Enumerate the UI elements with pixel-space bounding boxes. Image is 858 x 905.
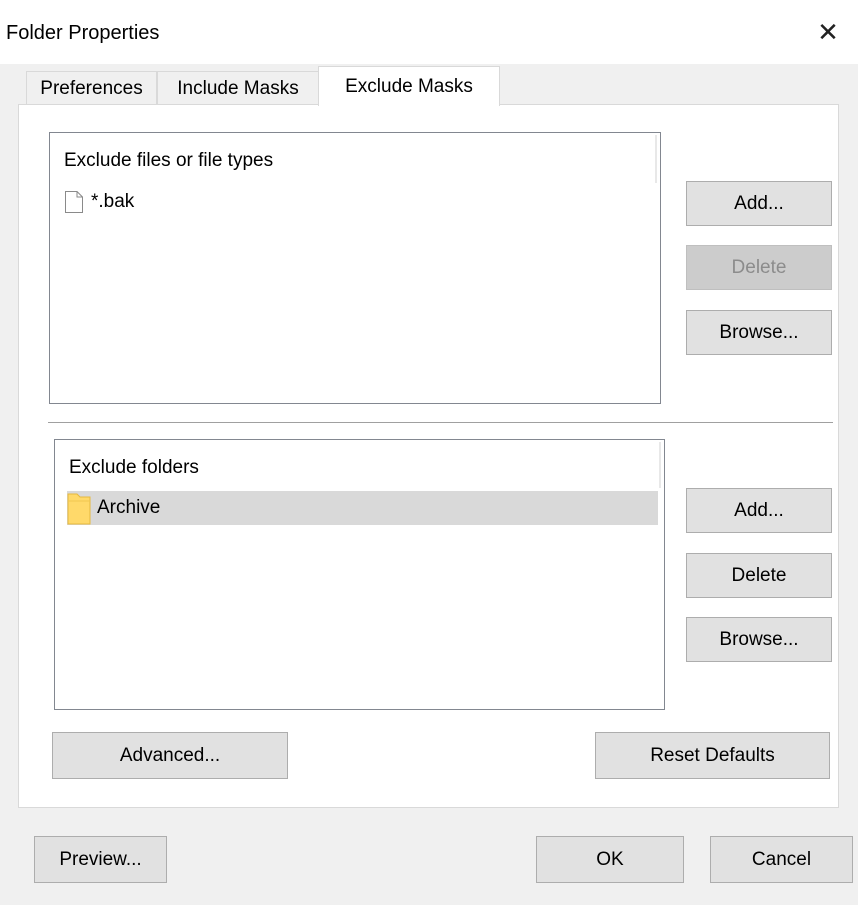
files-add-button[interactable]: Add...: [686, 181, 832, 226]
tab-label: Exclude Masks: [345, 75, 473, 97]
advanced-button[interactable]: Advanced...: [52, 732, 288, 779]
tab-label: Include Masks: [177, 77, 299, 99]
list-scroll-edge: [659, 442, 661, 488]
button-label: Browse...: [719, 628, 799, 650]
button-label: Add...: [734, 192, 784, 214]
exclude-folders-list[interactable]: Exclude folders Archive: [54, 439, 665, 710]
files-delete-button: Delete: [686, 245, 832, 290]
list-item[interactable]: *.bak: [64, 189, 134, 215]
file-icon: [65, 191, 83, 213]
button-label: Preview...: [59, 848, 142, 870]
folder-icon: [67, 493, 91, 525]
list-scroll-edge: [655, 135, 657, 183]
exclude-files-header: Exclude files or file types: [64, 150, 274, 171]
folders-add-button[interactable]: Add...: [686, 488, 832, 533]
tab-exclude-masks[interactable]: Exclude Masks: [318, 66, 500, 106]
preview-button[interactable]: Preview...: [34, 836, 167, 883]
button-label: Advanced...: [119, 744, 221, 766]
button-label: OK: [596, 848, 624, 870]
cancel-button[interactable]: Cancel: [710, 836, 853, 883]
files-browse-button[interactable]: Browse...: [686, 310, 832, 355]
button-label: Delete: [731, 256, 787, 278]
ok-button[interactable]: OK: [536, 836, 684, 883]
exclude-masks-panel: Exclude files or file types *.bak Add...…: [18, 104, 839, 808]
folders-browse-button[interactable]: Browse...: [686, 617, 832, 662]
button-label: Cancel: [751, 848, 812, 870]
button-label: Delete: [731, 564, 787, 586]
tab-include-masks[interactable]: Include Masks: [157, 71, 319, 105]
tab-label: Preferences: [40, 77, 143, 99]
reset-defaults-button[interactable]: Reset Defaults: [595, 732, 830, 779]
list-item-label: *.bak: [91, 191, 135, 212]
list-item-label: Archive: [97, 497, 161, 518]
tab-preferences[interactable]: Preferences: [26, 71, 157, 105]
close-button[interactable]: ✕: [798, 0, 858, 64]
section-divider: [48, 422, 833, 423]
window-title: Folder Properties: [6, 22, 160, 44]
button-label: Reset Defaults: [650, 744, 775, 766]
exclude-folders-header: Exclude folders: [69, 457, 199, 478]
button-label: Browse...: [719, 321, 799, 343]
folders-delete-button[interactable]: Delete: [686, 553, 832, 598]
button-label: Add...: [734, 499, 784, 521]
folder-properties-dialog: Folder Properties ✕ Preferences Include …: [0, 0, 858, 905]
exclude-files-list[interactable]: Exclude files or file types *.bak: [49, 132, 661, 404]
list-item[interactable]: Archive: [67, 491, 658, 525]
close-icon: ✕: [817, 16, 839, 47]
title-bar: Folder Properties ✕: [0, 0, 858, 64]
